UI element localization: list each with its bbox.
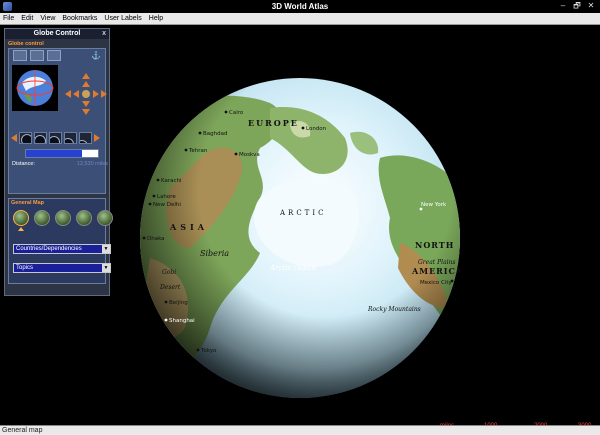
nav-down-small-icon[interactable] (82, 101, 90, 107)
label-siberia: Siberia (200, 249, 229, 258)
minimize-button[interactable]: – (558, 1, 568, 11)
city-moskva: Moskva (239, 152, 260, 158)
zoom-row (11, 131, 109, 145)
label-arctic: ARCTIC (279, 209, 326, 217)
zoom-phase-5[interactable] (79, 132, 92, 144)
globe-control-panel: Globe Control x Globe control ⚓ Distance… (4, 28, 113, 296)
close-button[interactable]: ✕ (586, 1, 596, 11)
app-icon (3, 2, 12, 11)
panel-title: Globe Control (33, 30, 81, 37)
distance-label: Distance: (12, 161, 35, 167)
city-tehran: Tehran (188, 148, 208, 154)
label-rocky: Rocky Mountains (367, 306, 421, 313)
distance-value: 12,530 miles (76, 161, 108, 167)
city-karachi: Karachi (161, 178, 182, 184)
map-style-4-icon[interactable] (76, 210, 92, 226)
map-style-3-icon[interactable] (55, 210, 71, 226)
city-lahore: Lahore (157, 194, 176, 200)
city-baghdad: Baghdad (203, 131, 227, 137)
label-asia: ASIA (169, 222, 208, 232)
selected-style-marker-icon (18, 227, 24, 231)
menu-bookmarks[interactable]: Bookmarks (62, 15, 97, 22)
label-europe: EUROPE (248, 118, 299, 128)
globe-control-section: ⚓ Distance: 12,530 miles (8, 48, 109, 194)
topics-dropdown[interactable]: Topics ▼ (13, 263, 111, 273)
panel-title-bar: Globe Control x (5, 29, 109, 39)
countries-dropdown[interactable]: Countries/Dependencies ▼ (13, 244, 111, 254)
label-america: AMERICA (411, 266, 460, 276)
status-bar: General map (0, 425, 600, 435)
nav-up-icon[interactable] (82, 73, 90, 79)
label-desert: Desert (159, 284, 181, 291)
anchor-icon[interactable]: ⚓ (91, 51, 101, 60)
title-bar: 3D World Atlas – 🗗 ✕ (0, 0, 600, 13)
zoom-phase-1[interactable] (19, 132, 32, 144)
nav-down-icon[interactable] (82, 109, 90, 115)
restore-button[interactable]: 🗗 (572, 1, 582, 11)
menu-user-labels[interactable]: User Labels (104, 15, 141, 22)
zoom-out-icon[interactable] (11, 134, 17, 142)
zoom-phase-4[interactable] (64, 132, 77, 144)
nav-up-small-icon[interactable] (82, 81, 90, 87)
topics-dropdown-value: Topics (16, 265, 34, 271)
nav-right-icon[interactable] (101, 90, 107, 98)
nav-pad[interactable] (63, 71, 109, 117)
distance-slider[interactable] (25, 149, 99, 158)
countries-dropdown-value: Countries/Dependencies (16, 246, 82, 252)
map-style-general-icon[interactable] (13, 210, 29, 226)
city-mexico-city: Mexico City (420, 280, 452, 286)
city-tokyo: Tokyo (200, 348, 217, 354)
city-new-delhi: New Delhi (153, 202, 181, 208)
nav-right-small-icon[interactable] (93, 90, 99, 98)
menu-edit[interactable]: Edit (21, 15, 33, 22)
zoom-phase-3[interactable] (49, 132, 62, 144)
globe[interactable]: EUROPE ASIA Siberia ARCTIC Arctic Ocean … (140, 78, 460, 398)
globe-control-label: Globe control (8, 41, 44, 47)
map-style-5-icon[interactable] (97, 210, 113, 226)
list-icon[interactable] (47, 50, 61, 61)
window-title: 3D World Atlas (271, 2, 329, 11)
city-new-york: New York (421, 202, 447, 208)
nav-left-icon[interactable] (65, 90, 71, 98)
menu-bar: File Edit View Bookmarks User Labels Hel… (0, 13, 600, 25)
label-great-plains: Great Plains (418, 259, 456, 266)
menu-file[interactable]: File (3, 15, 14, 22)
tilt-mode-icon[interactable] (30, 50, 44, 61)
general-map-section: General Map Countries/Dependencies ▼ Top… (8, 198, 113, 284)
nav-center-icon[interactable] (82, 90, 90, 98)
general-map-label: General Map (11, 200, 45, 206)
nav-left-small-icon[interactable] (73, 90, 79, 98)
status-text: General map (2, 427, 43, 434)
menu-view[interactable]: View (40, 15, 55, 22)
chevron-down-icon[interactable]: ▼ (102, 245, 110, 253)
menu-help[interactable]: Help (149, 15, 163, 22)
zoom-in-icon[interactable] (94, 134, 100, 142)
label-gobi: Gobi (162, 269, 176, 276)
distance-slider-fill (26, 150, 83, 157)
city-shanghai: Shanghai (169, 318, 195, 324)
map-style-2-icon[interactable] (34, 210, 50, 226)
city-cairo: Cairo (229, 110, 244, 116)
label-north: NORTH (415, 240, 454, 250)
rotate-mode-icon[interactable] (13, 50, 27, 61)
city-london: London (306, 126, 327, 132)
chevron-down-icon[interactable]: ▼ (102, 264, 110, 272)
mini-globe[interactable] (12, 65, 58, 111)
city-beijing: Beijing (169, 300, 188, 306)
label-arctic-ocean: Arctic Ocean (269, 264, 316, 272)
panel-close-icon[interactable]: x (102, 29, 106, 39)
city-dhaka: Dhaka (147, 236, 165, 242)
zoom-phase-2[interactable] (34, 132, 47, 144)
